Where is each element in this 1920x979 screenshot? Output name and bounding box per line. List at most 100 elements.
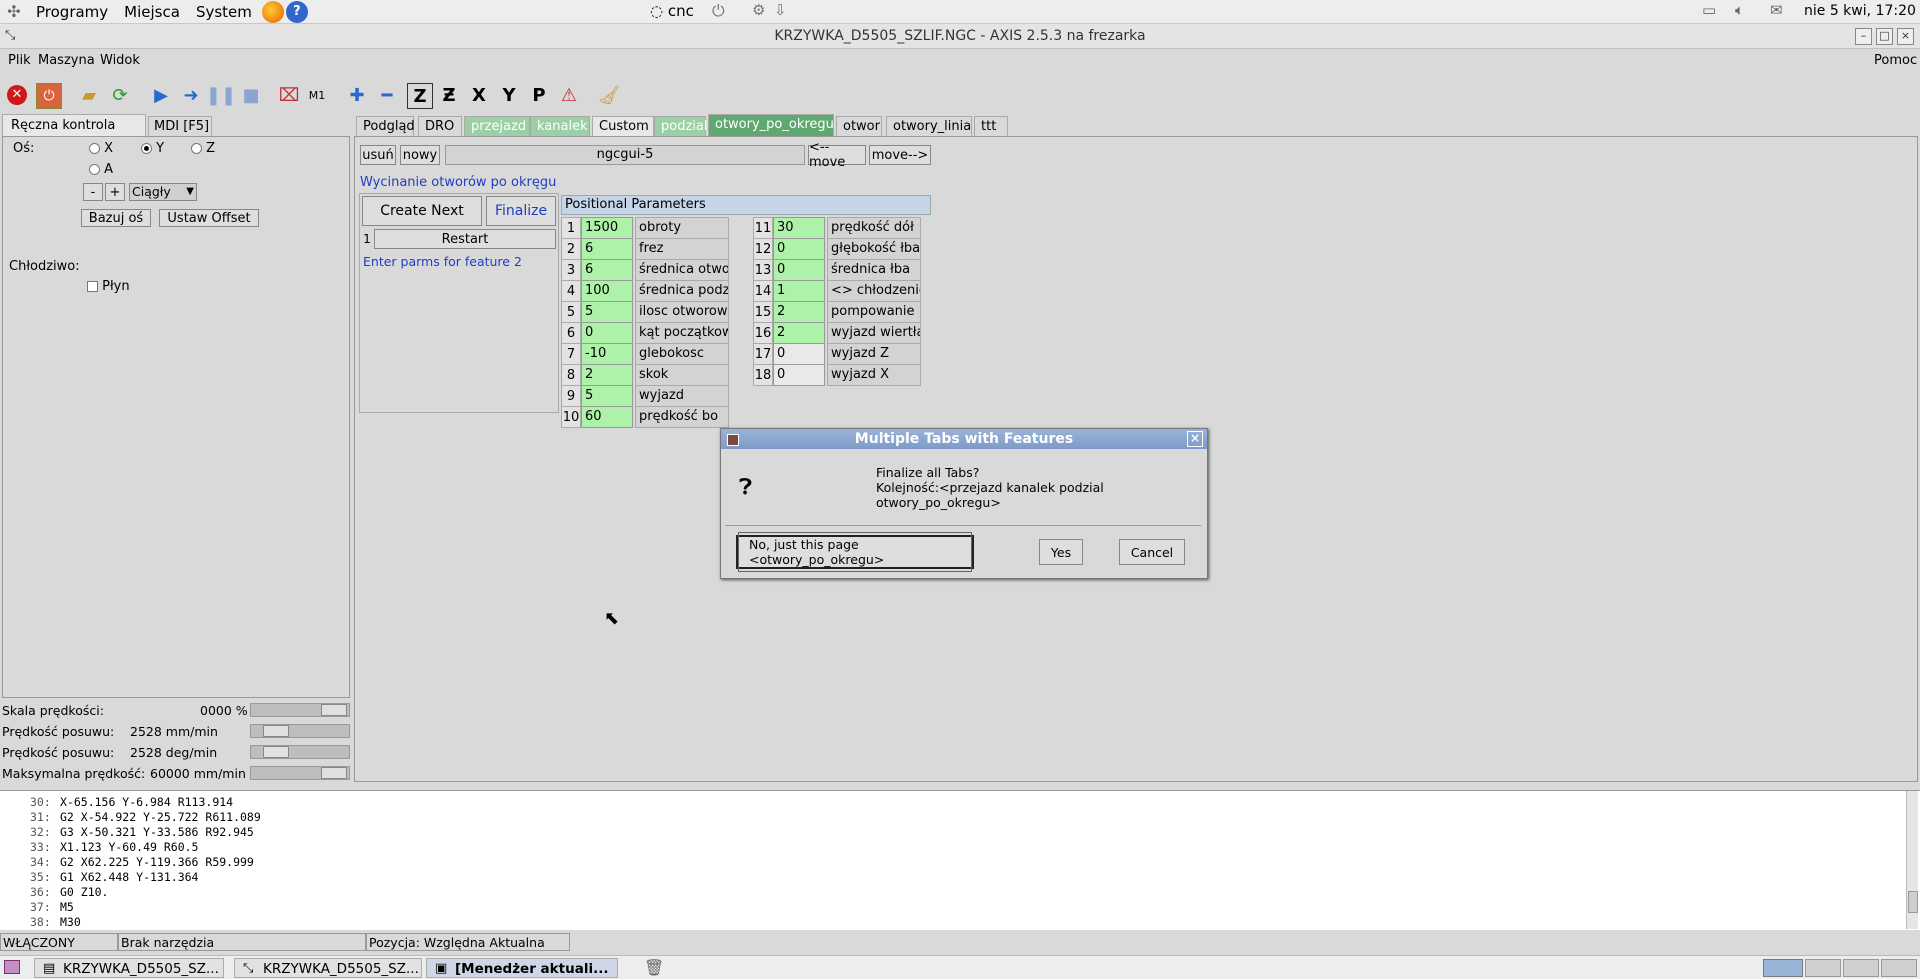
menu-plik[interactable]: Plik <box>8 53 31 68</box>
gnome-foot-icon[interactable]: ✣ <box>0 2 28 21</box>
axis-a-radio[interactable]: A <box>89 162 113 177</box>
workspace-3[interactable] <box>1843 959 1879 977</box>
zoom-out-icon[interactable]: ━ <box>375 83 399 107</box>
param-value-input[interactable]: 6 <box>581 238 633 260</box>
remove-button[interactable]: usuń <box>360 145 396 165</box>
param-value-input[interactable]: 100 <box>581 280 633 302</box>
window-menu-icon[interactable]: ⤡ <box>5 24 15 48</box>
display-icon[interactable]: ▭ <box>1702 1 1716 19</box>
feed-deg-slider[interactable] <box>250 745 350 759</box>
create-next-button[interactable]: Create Next <box>362 196 482 226</box>
param-value-input[interactable]: 0 <box>773 364 825 386</box>
touch-off-button[interactable]: Ustaw Offset <box>159 209 259 227</box>
run-icon[interactable]: ▶ <box>149 83 173 107</box>
move-left-button[interactable]: <--move <box>808 140 866 170</box>
menu-system[interactable]: System <box>188 3 260 21</box>
optional-stop-icon[interactable]: M1 <box>305 83 329 107</box>
speed-scale-slider[interactable] <box>250 703 350 717</box>
max-speed-slider[interactable] <box>250 766 350 780</box>
tab-otwor[interactable]: otwor <box>836 116 882 136</box>
param-value-input[interactable]: 1500 <box>581 217 633 239</box>
slider-knob[interactable] <box>321 704 347 716</box>
workspace-4[interactable] <box>1881 959 1917 977</box>
stop-icon[interactable]: ■ <box>239 83 263 107</box>
no-this-page-button[interactable]: No, just this page <otwory_po_okregu> <box>736 532 974 572</box>
menu-maszyna[interactable]: Maszyna <box>38 53 95 68</box>
param-value-input[interactable]: 6 <box>581 259 633 281</box>
view-z2-icon[interactable]: Ƶ <box>437 83 461 107</box>
menu-widok[interactable]: Widok <box>100 53 140 68</box>
radio-y[interactable] <box>141 143 152 154</box>
block-delete-icon[interactable]: ⌧ <box>277 83 301 107</box>
estop-icon[interactable]: ✕ <box>5 83 29 107</box>
task-axis-2[interactable]: ⤡ KRZYWKA_D5505_SZ... <box>234 958 422 978</box>
axis-x-radio[interactable]: X <box>89 141 113 156</box>
finalize-button[interactable]: Finalize <box>486 196 556 226</box>
step-icon[interactable]: ➜ <box>179 83 203 107</box>
dialog-close-icon[interactable]: × <box>1187 431 1203 447</box>
power-icon[interactable]: ⏻ <box>712 1 725 21</box>
minimize-icon[interactable]: – <box>1855 28 1872 45</box>
home-axis-button[interactable]: Bazuj oś <box>81 209 151 227</box>
param-value-input[interactable]: 60 <box>581 406 633 428</box>
tab-kanalek[interactable]: kanalek <box>530 116 590 136</box>
axis-y-radio[interactable]: Y <box>141 141 164 156</box>
param-value-input[interactable]: 0 <box>773 238 825 260</box>
radio-a[interactable] <box>89 164 100 175</box>
move-right-button[interactable]: move--> <box>869 145 931 165</box>
firefox-icon[interactable] <box>261 0 284 23</box>
view-y-icon[interactable]: Y <box>497 83 521 107</box>
cancel-button[interactable]: Cancel <box>1119 539 1185 565</box>
tab-dro[interactable]: DRO <box>418 116 462 136</box>
task-axis-1[interactable]: ▤ KRZYWKA_D5505_SZ... <box>34 958 224 978</box>
clock[interactable]: nie 5 kwi, 17:20 <box>1804 3 1916 19</box>
slider-knob[interactable] <box>321 767 347 779</box>
clear-plot-icon[interactable]: 🧹︎ <box>597 83 621 107</box>
param-value-input[interactable]: 30 <box>773 217 825 239</box>
tab-mdi[interactable]: MDI [F5] <box>148 116 212 136</box>
new-button[interactable]: nowy <box>400 145 440 165</box>
param-value-input[interactable]: 0 <box>773 343 825 365</box>
gcode-scrollbar[interactable] <box>1906 791 1918 929</box>
param-value-input[interactable]: 0 <box>773 259 825 281</box>
workspace-1[interactable] <box>1763 959 1803 977</box>
network-icon[interactable]: ⚙ <box>752 1 765 19</box>
param-value-input[interactable]: 1 <box>773 280 825 302</box>
yes-button[interactable]: Yes <box>1039 539 1083 565</box>
workspace-2[interactable] <box>1805 959 1841 977</box>
tab-otwory-linia[interactable]: otwory_linia <box>886 116 972 136</box>
maximize-icon[interactable]: □ <box>1876 28 1893 45</box>
machine-power-icon[interactable]: ⏻ <box>36 83 62 109</box>
show-desktop-icon[interactable] <box>4 960 20 974</box>
axis-z-radio[interactable]: Z <box>191 141 215 156</box>
param-value-input[interactable]: 2 <box>581 364 633 386</box>
slider-knob[interactable] <box>263 725 289 737</box>
slider-knob[interactable] <box>263 746 289 758</box>
jog-minus-button[interactable]: - <box>83 183 103 201</box>
volume-icon[interactable]: 🔈︎ <box>1735 1 1744 19</box>
tab-custom[interactable]: Custom <box>592 116 654 136</box>
radio-x[interactable] <box>89 143 100 154</box>
user-label[interactable]: ◌ cnc <box>650 2 694 20</box>
view-p-icon[interactable]: P <box>527 83 551 107</box>
view-x-icon[interactable]: X <box>467 83 491 107</box>
view-z-icon[interactable]: Z <box>407 83 433 109</box>
param-value-input[interactable]: 2 <box>773 301 825 323</box>
close-icon[interactable]: × <box>1897 28 1914 45</box>
flood-checkbox[interactable]: Płyn <box>87 279 130 294</box>
mail-icon[interactable]: ✉ <box>1770 1 1783 19</box>
rotate-icon[interactable]: ⚠ <box>557 83 581 107</box>
tab-manual-control[interactable]: Ręczna kontrola [F3] <box>2 114 146 154</box>
param-value-input[interactable]: 5 <box>581 301 633 323</box>
help-icon[interactable]: ? <box>285 0 308 23</box>
param-value-input[interactable]: 0 <box>581 322 633 344</box>
param-value-input[interactable]: -10 <box>581 343 633 365</box>
param-value-input[interactable]: 5 <box>581 385 633 407</box>
scrollbar-thumb[interactable] <box>1908 891 1918 913</box>
jog-plus-button[interactable]: + <box>105 183 125 201</box>
restart-button[interactable]: Restart <box>374 229 556 249</box>
updates-icon[interactable]: ⇩ <box>774 1 787 19</box>
gcode-listing[interactable]: 30: X-65.156 Y-6.984 R113.914 31: G2 X-54.9… <box>0 790 1920 930</box>
reload-icon[interactable]: ⟳ <box>108 83 132 107</box>
menu-programy[interactable]: Programy <box>28 3 116 21</box>
